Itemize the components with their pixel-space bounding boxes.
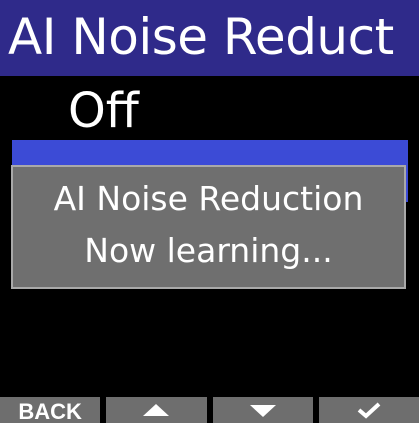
up-button[interactable] xyxy=(106,397,207,423)
checkmark-icon xyxy=(357,402,381,419)
back-button-label: BACK xyxy=(18,399,82,423)
down-button[interactable] xyxy=(212,397,313,423)
function-key-bar: BACK xyxy=(0,397,419,423)
dialog-title: AI Noise Reduction xyxy=(53,179,364,218)
triangle-up-icon xyxy=(143,404,170,416)
menu-item-label: Off xyxy=(68,83,139,139)
menu-item-off[interactable]: Off xyxy=(12,80,408,142)
confirm-button[interactable] xyxy=(318,397,419,423)
page-title: AI Noise Reduct xyxy=(8,8,394,66)
title-bar: AI Noise Reduct xyxy=(0,0,419,76)
triangle-down-icon xyxy=(249,405,276,417)
learning-dialog: AI Noise Reduction Now learning... xyxy=(11,165,406,289)
dialog-status-text: Now learning... xyxy=(84,231,333,270)
back-button[interactable]: BACK xyxy=(0,397,101,423)
device-screen: AI Noise Reduct Off AI Noise Reduction N… xyxy=(0,0,419,423)
